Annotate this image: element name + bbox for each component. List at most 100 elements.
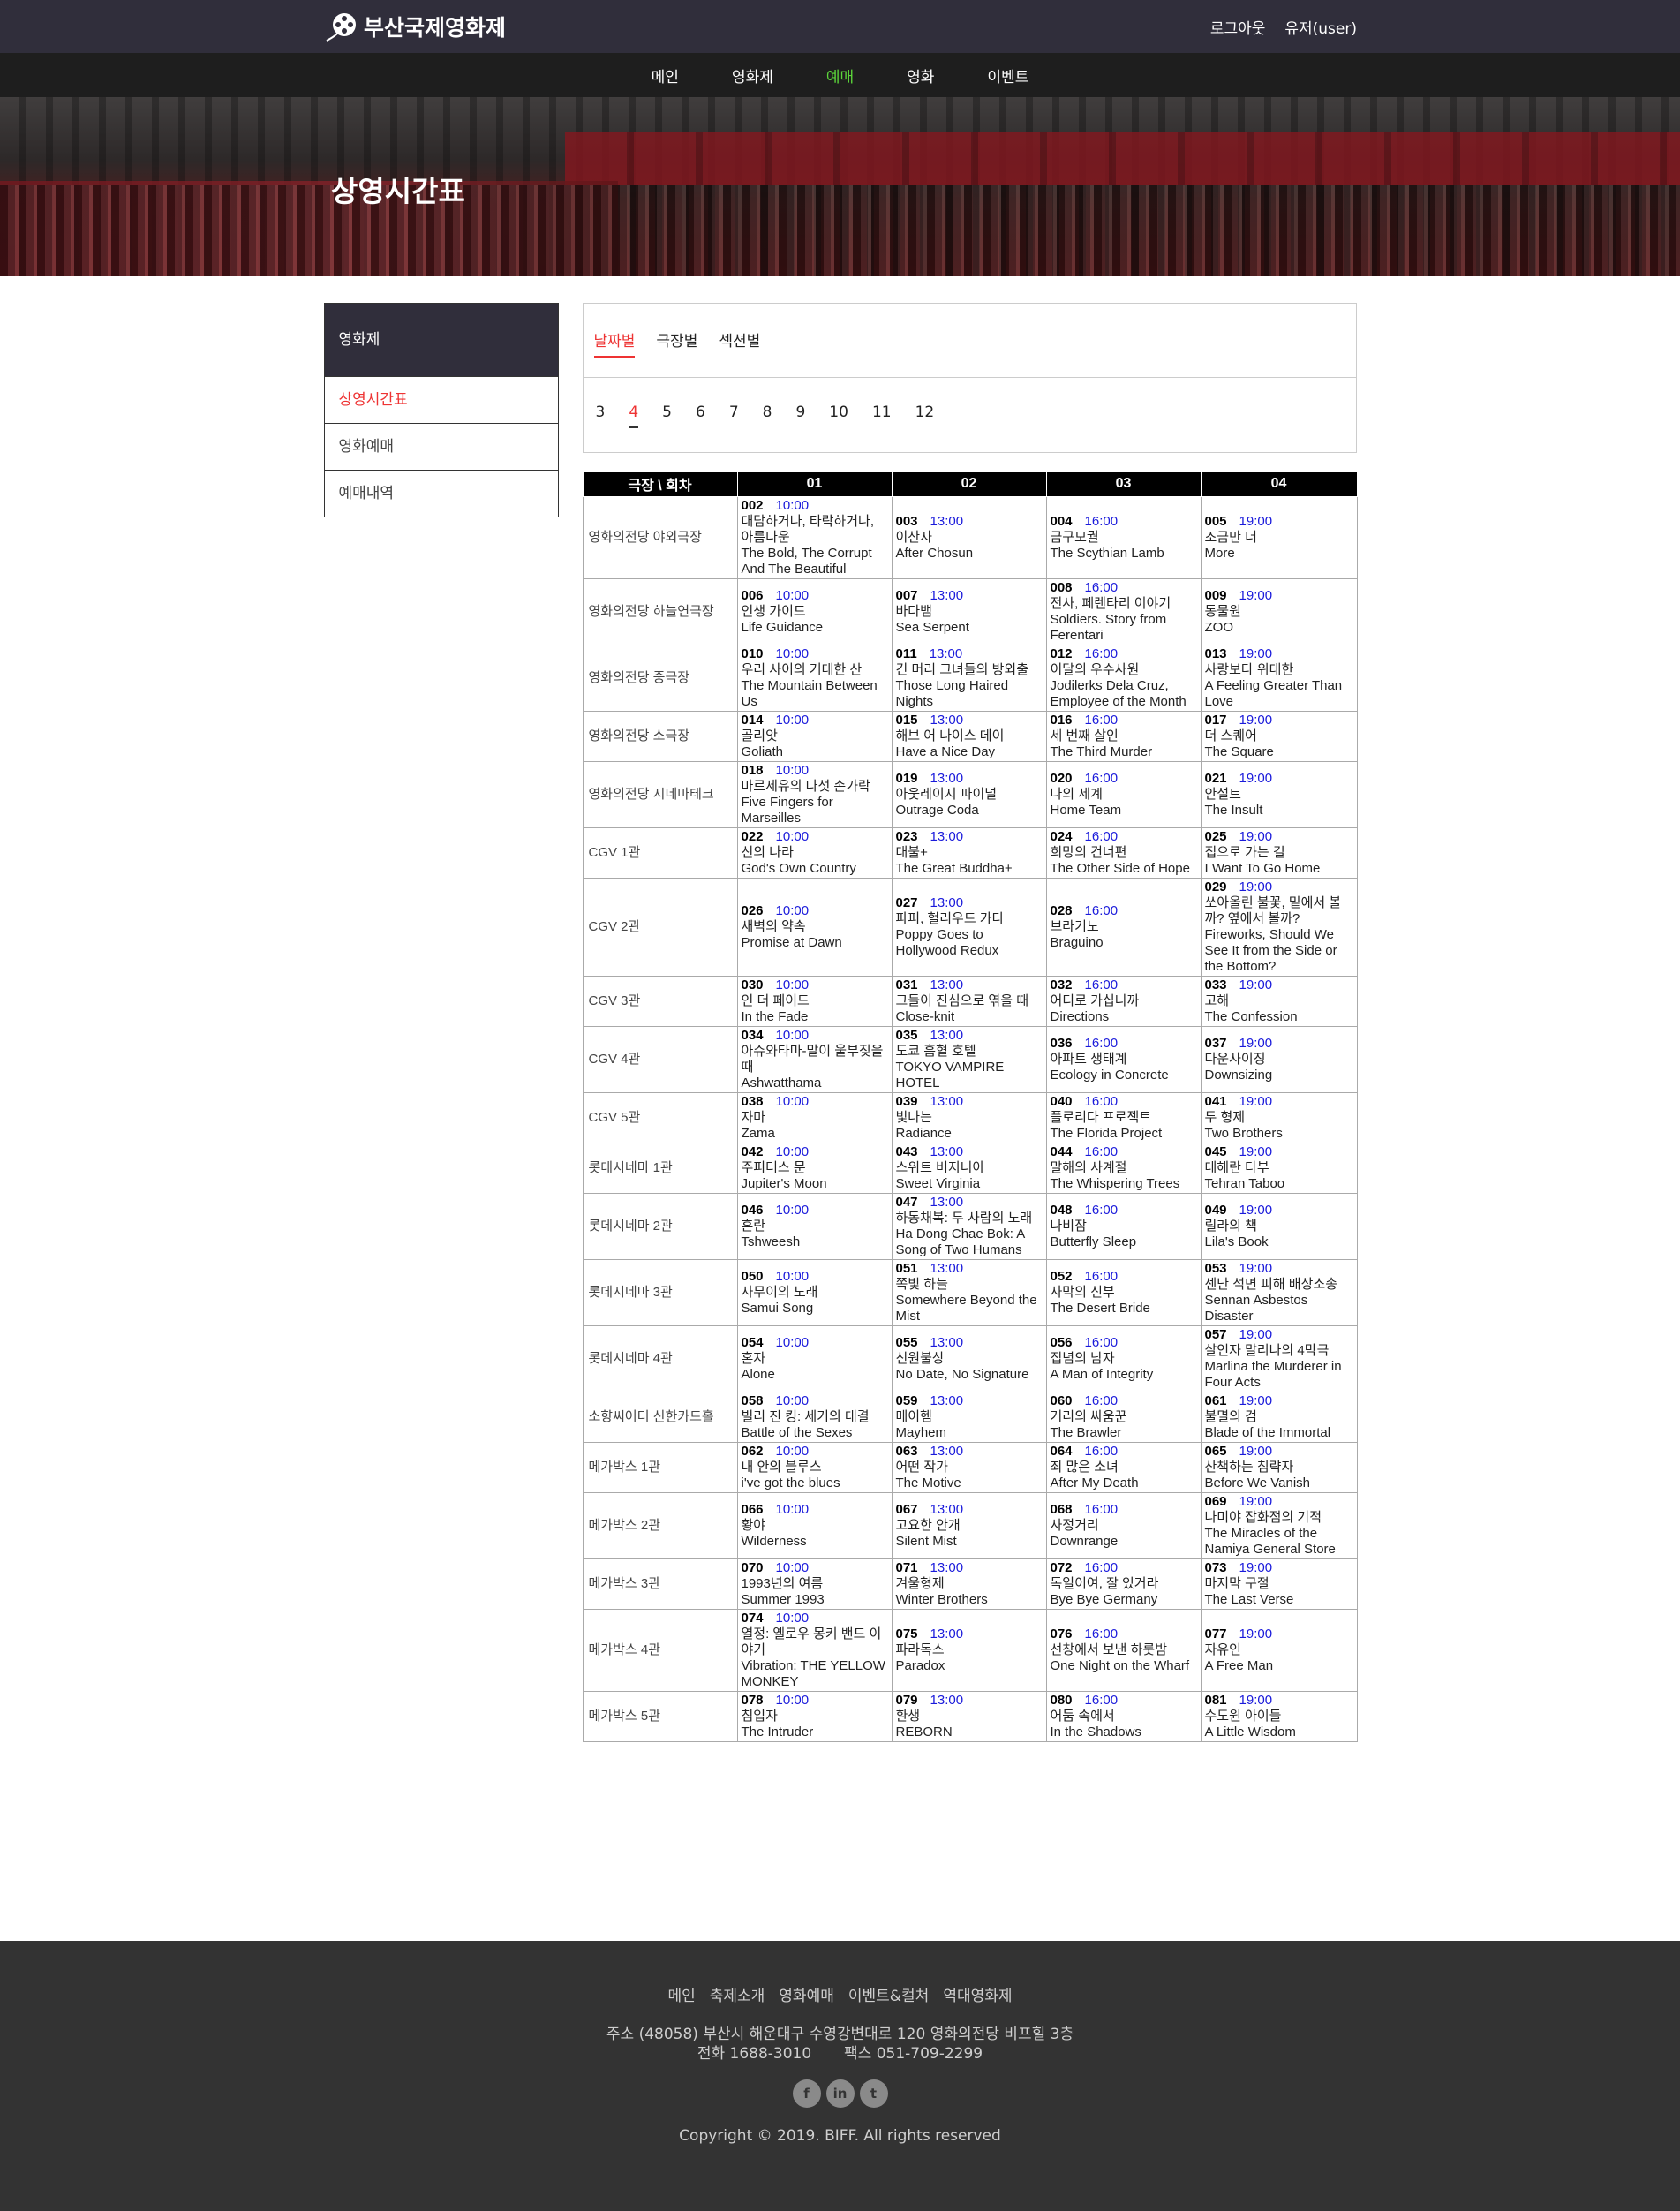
nav-item-movie[interactable]: 영화 [880,64,961,87]
screening-cell[interactable]: 045 19:00 테헤란 타부 Tehran Taboo [1200,1143,1358,1194]
date-8[interactable]: 8 [763,404,772,428]
screening-cell[interactable]: 048 16:00 나비잠 Butterfly Sleep [1045,1193,1202,1260]
screening-cell[interactable]: 057 19:00 살인자 말리나의 4막극 Marlina the Murderer… [1200,1325,1358,1392]
screening-cell[interactable]: 042 10:00 주피터스 문 Jupiter's Moon [736,1143,893,1194]
footer-link-history[interactable]: 역대영화제 [943,1983,1012,2005]
logout-link[interactable]: 로그아웃 [1210,16,1266,38]
date-10[interactable]: 10 [829,404,848,428]
date-11[interactable]: 11 [872,404,892,428]
screening-cell[interactable]: 069 19:00 나미야 잡화점의 기적 The Miracles of the N… [1200,1492,1358,1559]
footer-link-events[interactable]: 이벤트&컬쳐 [848,1983,929,2005]
screening-cell[interactable]: 039 13:00 빛나는 Radiance [891,1092,1047,1143]
site-logo[interactable]: 부산국제영화제 [325,11,506,42]
nav-item-event[interactable]: 이벤트 [961,64,1055,87]
screening-cell[interactable]: 078 10:00 침입자 The Intruder [736,1691,893,1742]
screening-cell[interactable]: 019 13:00 아웃레이지 파이널 Outrage Coda [891,761,1047,828]
screening-cell[interactable]: 028 16:00 브라기노 Braguino [1045,878,1202,977]
screening-cell[interactable]: 037 19:00 다운사이징 Downsizing [1200,1026,1358,1093]
date-9[interactable]: 9 [795,404,805,428]
screening-cell[interactable]: 020 16:00 나의 세계 Home Team [1045,761,1202,828]
screening-cell[interactable]: 014 10:00 골리앗 Goliath [736,711,893,762]
date-12[interactable]: 12 [915,404,935,428]
screening-cell[interactable]: 053 19:00 센난 석면 피해 배상소송 Sennan Asbestos Dis… [1200,1259,1358,1326]
screening-cell[interactable]: 075 13:00 파라독스 Paradox [891,1609,1047,1692]
screening-cell[interactable]: 046 10:00 혼란 Tshweesh [736,1193,893,1260]
screening-cell[interactable]: 009 19:00 동물원 ZOO [1200,578,1358,645]
screening-cell[interactable]: 026 10:00 새벽의 약속 Promise at Dawn [736,878,893,977]
user-name-link[interactable]: 유저(user) [1284,16,1357,38]
screening-cell[interactable]: 056 16:00 집념의 남자 A Man of Integrity [1045,1325,1202,1392]
screening-cell[interactable]: 025 19:00 집으로 가는 길I Want To Go Home [1200,827,1358,879]
screening-cell[interactable]: 055 13:00 신원불상 No Date, No Signature [891,1325,1047,1392]
date-3[interactable]: 3 [596,404,606,428]
date-6[interactable]: 6 [696,404,705,428]
screening-cell[interactable]: 044 16:00 말해의 사계절 The Whispering Trees [1045,1143,1202,1194]
screening-cell[interactable]: 054 10:00 혼자 Alone [736,1325,893,1392]
screening-cell[interactable]: 047 13:00 하동채복: 두 사람의 노래 Ha Dong Chae Bok: … [891,1193,1047,1260]
sidebar-item-booking[interactable]: 영화예매 [324,423,558,470]
screening-cell[interactable]: 065 19:00 산책하는 침략자 Before We Vanish [1200,1442,1358,1493]
screening-cell[interactable]: 076 16:00 선창에서 보낸 하룻밤 One Night on the Whar… [1045,1609,1202,1692]
screening-cell[interactable]: 062 10:00 내 안의 블루스 i've got the blues [736,1442,893,1493]
screening-cell[interactable]: 027 13:00 파피, 헐리우드 가다 Poppy Goes to Hollywo… [891,878,1047,977]
screening-cell[interactable]: 079 13:00 환생 REBORN [891,1691,1047,1742]
screening-cell[interactable]: 030 10:00 인 더 페이드 In the Fade [736,976,893,1027]
footer-link-booking[interactable]: 영화예매 [779,1983,834,2005]
screening-cell[interactable]: 051 13:00 쪽빛 하늘 Somewhere Beyond the Mist [891,1259,1047,1326]
screening-cell[interactable]: 061 19:00 불멸의 검 Blade of the Immortal [1200,1392,1358,1443]
screening-cell[interactable]: 050 10:00 사무이의 노래 Samui Song [736,1259,893,1326]
screening-cell[interactable]: 064 16:00 죄 많은 소녀 After My Death [1045,1442,1202,1493]
screening-cell[interactable]: 013 19:00 사랑보다 위대한 A Feeling Greater Than L… [1200,645,1358,712]
nav-item-booking[interactable]: 예매 [800,64,880,87]
screening-cell[interactable]: 058 10:00 빌리 진 킹: 세기의 대결 Battle of the Sexe… [736,1392,893,1443]
screening-cell[interactable]: 033 19:00 고해 The Confession [1200,976,1358,1027]
screening-cell[interactable]: 034 10:00 아슈와타마-말이 울부짖을 때 Ashwatthama [736,1026,893,1093]
footer-link-main[interactable]: 메인 [667,1983,695,2005]
screening-cell[interactable]: 002 10:00 대담하거나, 타락하거나, 아름다운 The Bold, The … [736,496,893,579]
screening-cell[interactable]: 032 16:00 어디로 가십니까 Directions [1045,976,1202,1027]
nav-item-main[interactable]: 메인 [625,64,705,87]
screening-cell[interactable]: 023 13:00 대불+ The Great Buddha+ [891,827,1047,879]
screening-cell[interactable]: 007 13:00 바다뱀 Sea Serpent [891,578,1047,645]
screening-cell[interactable]: 022 10:00 신의 나라 God's Own Country [736,827,893,879]
screening-cell[interactable]: 004 16:00 금구모궐 The Scythian Lamb [1045,496,1202,579]
tab-by-theater[interactable]: 극장별 [656,328,697,358]
screening-cell[interactable]: 066 10:00 황야 Wilderness [736,1492,893,1559]
tab-by-date[interactable]: 날짜별 [593,328,636,358]
screening-cell[interactable]: 077 19:00 자유인 A Free Man [1200,1609,1358,1692]
screening-cell[interactable]: 012 16:00 이달의 우수사원 Jodilerks Dela Cruz, Emp… [1045,645,1202,712]
screening-cell[interactable]: 017 19:00 더 스퀘어 The Square [1200,711,1358,762]
screening-cell[interactable]: 081 19:00 수도원 아이들 A Little Wisdom [1200,1691,1358,1742]
date-5[interactable]: 5 [662,404,672,428]
screening-cell[interactable]: 003 13:00 이산자 After Chosun [891,496,1047,579]
screening-cell[interactable]: 018 10:00 마르세유의 다섯 손가락 Five Fingers for Mar… [736,761,893,828]
screening-cell[interactable]: 038 10:00 자마 Zama [736,1092,893,1143]
screening-cell[interactable]: 021 19:00 안설트 The Insult [1200,761,1358,828]
facebook-icon[interactable]: f [792,2079,821,2108]
screening-cell[interactable]: 008 16:00 전사, 페렌타리 이야기 Soldiers. Story from… [1045,578,1202,645]
screening-cell[interactable]: 006 10:00 인생 가이드 Life Guidance [736,578,893,645]
screening-cell[interactable]: 080 16:00 어둠 속에서 In the Shadows [1045,1691,1202,1742]
screening-cell[interactable]: 015 13:00 해브 어 나이스 데이 Have a Nice Day [891,711,1047,762]
linkedin-icon[interactable]: in [825,2079,855,2108]
screening-cell[interactable]: 035 13:00 도쿄 흡혈 호텔 TOKYO VAMPIRE HOTEL [891,1026,1047,1093]
screening-cell[interactable]: 067 13:00 고요한 안개 Silent Mist [891,1492,1047,1559]
sidebar-item-history[interactable]: 예매내역 [324,470,558,517]
screening-cell[interactable]: 043 13:00 스위트 버지니아 Sweet Virginia [891,1143,1047,1194]
screening-cell[interactable]: 010 10:00 우리 사이의 거대한 산 The Mountain Between… [736,645,893,712]
screening-cell[interactable]: 011 13:00 긴 머리 그녀들의 방외출 Those Long Haired N… [891,645,1047,712]
screening-cell[interactable]: 072 16:00 독일이여, 잘 있거라 Bye Bye Germany [1045,1558,1202,1610]
screening-cell[interactable]: 073 19:00 마지막 구절 The Last Verse [1200,1558,1358,1610]
twitter-icon[interactable]: t [859,2079,888,2108]
screening-cell[interactable]: 059 13:00 메이헴 Mayhem [891,1392,1047,1443]
screening-cell[interactable]: 068 16:00 사정거리 Downrange [1045,1492,1202,1559]
screening-cell[interactable]: 016 16:00 세 번째 살인 The Third Murder [1045,711,1202,762]
screening-cell[interactable]: 029 19:00 쏘아올린 불꽃, 밑에서 볼까? 옆에서 볼까? Firework… [1200,878,1358,977]
screening-cell[interactable]: 040 16:00 플로리다 프로젝트 The Florida Project [1045,1092,1202,1143]
screening-cell[interactable]: 041 19:00 두 형제 Two Brothers [1200,1092,1358,1143]
sidebar-item-schedule[interactable]: 상영시간표 [324,376,558,423]
date-4[interactable]: 4 [629,404,639,428]
screening-cell[interactable]: 052 16:00 사막의 신부 The Desert Bride [1045,1259,1202,1326]
screening-cell[interactable]: 005 19:00 조금만 더 More [1200,496,1358,579]
tab-by-section[interactable]: 섹션별 [719,328,760,358]
